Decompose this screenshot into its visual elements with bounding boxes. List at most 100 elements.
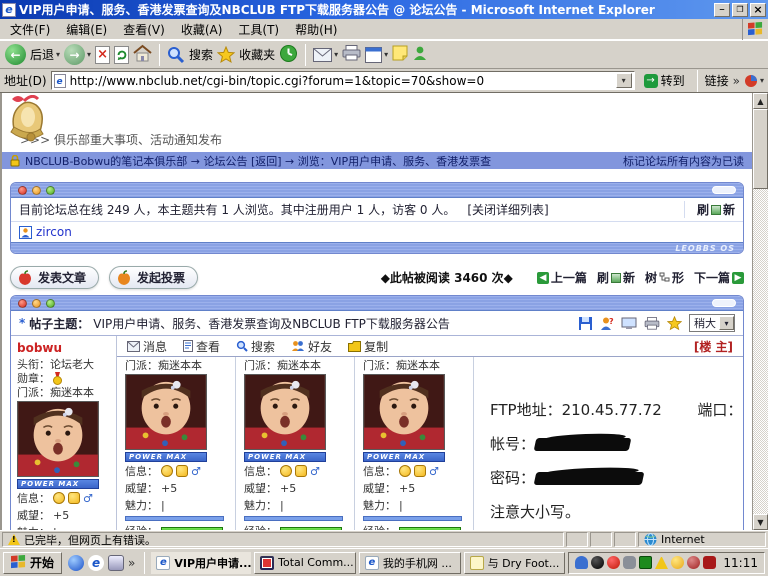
prev-topic-link[interactable]: 上一篇 — [537, 269, 587, 286]
task-button-totalcmd[interactable]: Total Comm... — [254, 552, 356, 574]
close-button[interactable] — [750, 3, 766, 17]
media-player-icon[interactable] — [68, 555, 84, 571]
comet-icon[interactable] — [607, 556, 620, 569]
favorite-star-icon[interactable] — [667, 316, 682, 331]
note-icon — [392, 45, 408, 61]
new-post-button[interactable]: 发表文章 — [10, 266, 99, 289]
search-button[interactable]: 搜索 — [167, 46, 213, 64]
task-button-dryfoot[interactable]: 与 Dry Foot... — [464, 552, 566, 574]
profile-icon[interactable]: ? — [600, 316, 614, 331]
post-panel-header — [11, 296, 743, 311]
outlook-icon[interactable] — [108, 555, 124, 571]
links-chevron-icon[interactable] — [733, 74, 740, 88]
minimize-button[interactable] — [714, 3, 730, 17]
back-dropdown-icon[interactable] — [56, 50, 60, 59]
select-dropdown-icon[interactable] — [719, 316, 734, 330]
mail-dropdown-icon[interactable] — [334, 50, 338, 59]
scroll-down-button[interactable] — [753, 514, 768, 530]
address-url[interactable]: http://www.nbclub.net/cgi-bin/topic.cgi?… — [70, 74, 612, 88]
tray-smiley-icon[interactable] — [671, 556, 684, 569]
message-button[interactable]: 消息 — [127, 338, 167, 355]
start-button[interactable]: 开始 — [3, 552, 62, 574]
refresh-topic-link[interactable]: 刷 新 — [597, 269, 635, 286]
ftp-line: FTP地址：210.45.77.72 端口：1021 — [490, 399, 735, 420]
snagit-button[interactable] — [744, 74, 764, 88]
refresh-list-link[interactable]: 刷 新 — [684, 201, 735, 218]
copy-button[interactable]: 复制 — [348, 338, 388, 355]
task-button-mobile-site[interactable]: 我的手机网 ... — [359, 552, 461, 574]
viewer-user-link[interactable]: zircon — [19, 225, 72, 239]
close-detail-link[interactable]: [关闭详细列表] — [467, 201, 548, 218]
task-button-vip[interactable]: VIP用户申请... — [151, 552, 251, 574]
address-dropdown-button[interactable] — [616, 73, 632, 88]
stop-button[interactable] — [95, 46, 110, 64]
poster-name[interactable]: bobwu — [17, 341, 114, 355]
links-label[interactable]: 链接 — [705, 72, 729, 89]
search-posts-button[interactable]: 搜索 — [236, 338, 275, 355]
menu-file[interactable]: 文件(F) — [2, 19, 58, 40]
taskbar-clock[interactable]: 11:11 — [723, 556, 758, 570]
monitor-check-icon[interactable] — [639, 556, 652, 569]
ftp-port: 1021 — [742, 401, 743, 419]
messenger-button[interactable] — [412, 45, 428, 64]
menu-view[interactable]: 查看(V) — [115, 19, 173, 40]
qq-penguin-icon[interactable] — [591, 556, 604, 569]
font-size-select[interactable]: 稍大 — [689, 314, 735, 332]
tray-red-icon[interactable] — [687, 556, 700, 569]
browser-window: VIP用户申请、服务、香港发票查询及NBCLUB FTP下载服务器公告 @ 论坛… — [0, 0, 768, 576]
favorites-button[interactable]: 收藏夹 — [217, 46, 275, 64]
home-button[interactable] — [133, 44, 152, 65]
title-bar: VIP用户申请、服务、香港发票查询及NBCLUB FTP下载服务器公告 @ 论坛… — [0, 0, 768, 19]
go-button[interactable]: 转到 — [639, 71, 690, 91]
vertical-scrollbar[interactable] — [752, 93, 768, 530]
tray-user-icon[interactable] — [575, 556, 588, 569]
quick-launch — [65, 555, 138, 571]
exp-bar — [161, 527, 223, 530]
monitor-icon[interactable] — [621, 317, 637, 330]
forward-button[interactable] — [64, 44, 91, 65]
tray-warning-icon[interactable] — [655, 557, 668, 569]
post-content: 门派：痴迷本本 — [117, 357, 743, 530]
scroll-track[interactable] — [753, 189, 768, 514]
mark-all-read-link[interactable]: 标记论坛所有内容为已读 — [623, 153, 744, 169]
power-banner: POWER MAX — [17, 479, 99, 489]
print-button[interactable] — [342, 45, 361, 64]
gamepad-icon[interactable] — [623, 556, 636, 569]
warning-icon[interactable] — [8, 534, 20, 545]
scroll-up-button[interactable] — [753, 93, 768, 109]
quicklaunch-chevron-icon[interactable] — [128, 556, 135, 570]
restore-button[interactable] — [732, 3, 748, 17]
address-input[interactable]: e http://www.nbclub.net/cgi-bin/topic.cg… — [51, 71, 635, 90]
refresh-mini-icon — [711, 205, 721, 215]
signature-card: 门派：痴迷本本 — [236, 357, 355, 530]
breadcrumb-path[interactable]: NBCLUB-Bobwu的笔记本俱乐部 → 论坛公告 [返回] → 浏览：VIP… — [25, 153, 491, 169]
back-button[interactable]: 后退 — [5, 44, 60, 65]
menu-help[interactable]: 帮助(H) — [287, 19, 345, 40]
next-topic-link[interactable]: 下一篇 — [694, 269, 744, 286]
status-text: 已完毕，但网页上有错误。 — [24, 532, 156, 548]
tree-view-link[interactable]: 树 形 — [645, 269, 684, 286]
friends-button[interactable]: 好友 — [291, 338, 332, 355]
scroll-thumb[interactable] — [753, 109, 768, 189]
history-button[interactable] — [279, 44, 298, 66]
green-light-icon — [46, 186, 55, 195]
charm-bar — [244, 516, 343, 521]
refresh-button[interactable] — [114, 46, 129, 64]
new-vote-button[interactable]: 发起投票 — [109, 266, 198, 289]
menu-tools[interactable]: 工具(T) — [230, 19, 287, 40]
total-commander-icon — [260, 556, 274, 570]
ati-icon[interactable] — [703, 556, 716, 569]
edit-dropdown-icon[interactable] — [384, 50, 388, 59]
ie-quicklaunch-icon[interactable] — [88, 555, 104, 571]
forward-dropdown-icon[interactable] — [87, 50, 91, 59]
smiley-icon — [53, 492, 65, 504]
edit-button[interactable] — [365, 47, 388, 63]
menu-edit[interactable]: 编辑(E) — [58, 19, 115, 40]
discuss-button[interactable] — [392, 45, 408, 64]
print-icon[interactable] — [644, 317, 660, 330]
menu-favorites[interactable]: 收藏(A) — [173, 19, 231, 40]
save-icon[interactable] — [578, 316, 593, 331]
mail-button[interactable] — [313, 48, 338, 62]
view-button[interactable]: 查看 — [183, 338, 220, 355]
capture-icon — [744, 74, 758, 88]
